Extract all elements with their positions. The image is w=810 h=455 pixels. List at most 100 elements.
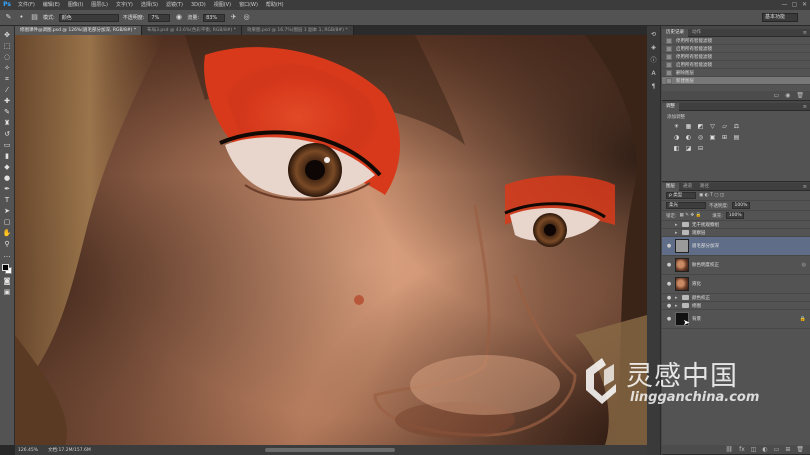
panel-menu-icon[interactable]: ≡	[803, 184, 810, 190]
mode-select[interactable]: 颜色	[58, 13, 119, 22]
visibility-icon[interactable]: ●	[666, 243, 672, 249]
color-swatches[interactable]	[1, 263, 13, 275]
tab-adjustments[interactable]: 调整	[662, 102, 679, 111]
blend-mode-select[interactable]: 柔光	[666, 202, 706, 209]
tab-paths[interactable]: 路径	[696, 183, 713, 191]
type-tool-icon[interactable]: T	[2, 195, 13, 205]
menu-layer[interactable]: 图层(L)	[87, 0, 112, 10]
menu-filter[interactable]: 滤镜(T)	[162, 0, 187, 10]
pen-tool-icon[interactable]: ✒	[2, 184, 13, 194]
lasso-tool-icon[interactable]: ◌	[2, 52, 13, 62]
history-item[interactable]: 删除图层	[662, 69, 810, 77]
history-item-current[interactable]: 新建图层	[662, 77, 810, 85]
brightness-icon[interactable]: ☀	[672, 123, 681, 131]
panel-menu-icon[interactable]: ≡	[803, 30, 810, 36]
filter-pixel-icon[interactable]: ▣ ◐ T ▢ ◫	[699, 193, 724, 198]
horizontal-scrollbar[interactable]	[265, 448, 395, 452]
layer-style-icon[interactable]: fx	[739, 446, 745, 453]
layer-group-row[interactable]: ▸ 观察层	[662, 229, 810, 237]
brush-tool-icon[interactable]: ✎	[2, 107, 13, 117]
visibility-icon[interactable]: ●	[666, 281, 672, 287]
more-tools-icon[interactable]: …	[2, 250, 13, 260]
paragraph-panel-icon[interactable]: ¶	[649, 82, 659, 92]
minimize-button[interactable]: —	[781, 1, 788, 8]
menu-edit[interactable]: 编辑(E)	[39, 0, 64, 10]
exposure-icon[interactable]: ▽	[708, 123, 717, 131]
expand-arrow-icon[interactable]: ▸	[675, 222, 679, 228]
screen-mode-icon[interactable]: ▣	[2, 287, 13, 297]
visibility-icon[interactable]: ●	[666, 303, 672, 309]
doc-tab-active[interactable]: 修图课件@调图.psd @ 126%(眉毛部分加深, RGB/8#) *	[15, 26, 143, 35]
curves-icon[interactable]: ◩	[696, 123, 705, 131]
menu-help[interactable]: 帮助(H)	[262, 0, 288, 10]
layer-group-row[interactable]: ● ▸ 修图	[662, 302, 810, 310]
expand-arrow-icon[interactable]: ▸	[675, 230, 679, 236]
trash-icon[interactable]: 🗑	[796, 446, 804, 453]
brush-panel-icon[interactable]: ▤	[30, 13, 39, 22]
gradient-tool-icon[interactable]: ▮	[2, 151, 13, 161]
maximize-button[interactable]: ▢	[791, 1, 798, 8]
black-white-icon[interactable]: ◑	[672, 134, 681, 142]
color-balance-icon[interactable]: ⚖	[732, 123, 741, 131]
history-item[interactable]: 停用所有智能滤镜	[662, 37, 810, 45]
history-item[interactable]: 启用所有智能滤镜	[662, 61, 810, 69]
zoom-tool-icon[interactable]: ⚲	[2, 239, 13, 249]
document-canvas[interactable]	[15, 35, 647, 445]
layer-row[interactable]: ● 肤色明度校正 ◎	[662, 256, 810, 275]
gradient-map-icon[interactable]: ◪	[684, 145, 693, 153]
menu-window[interactable]: 窗口(W)	[235, 0, 262, 10]
properties-panel-icon[interactable]: ◈	[649, 43, 659, 53]
menu-select[interactable]: 选择(S)	[137, 0, 162, 10]
quick-select-tool-icon[interactable]: ✧	[2, 63, 13, 73]
clone-stamp-tool-icon[interactable]: ♜	[2, 118, 13, 128]
photo-filter-icon[interactable]: ◐	[684, 134, 693, 142]
visibility-icon[interactable]: ●	[666, 295, 672, 301]
menu-file[interactable]: 文件(F)	[14, 0, 39, 10]
brush-tool-icon[interactable]: ✎	[4, 13, 13, 22]
history-brush-tool-icon[interactable]: ↺	[2, 129, 13, 139]
menu-view[interactable]: 视图(V)	[210, 0, 235, 10]
link-layers-icon[interactable]: ⛓	[725, 446, 733, 453]
visibility-icon[interactable]: ●	[666, 262, 672, 268]
foreground-color-swatch[interactable]	[2, 264, 9, 271]
character-panel-icon[interactable]: A	[649, 69, 659, 79]
lock-options-icon[interactable]: ▦ ✎ ✥ 🔒	[680, 213, 702, 218]
layer-fill-input[interactable]: 100%	[725, 212, 744, 219]
expand-arrow-icon[interactable]: ▸	[675, 303, 679, 309]
pressure-opacity-icon[interactable]: ◉	[174, 13, 183, 22]
layer-row-selected[interactable]: ● 眉毛部分加深	[662, 237, 810, 256]
tab-channels[interactable]: 通道	[679, 183, 696, 191]
doc-tab[interactable]: 布局3.psd @ 43.6%(色彩平衡, RGB/8#) *	[142, 26, 243, 35]
opacity-input[interactable]: 7%	[148, 13, 171, 22]
new-layer-icon[interactable]: ⊞	[785, 446, 790, 453]
selective-color-icon[interactable]: ⊟	[696, 145, 705, 153]
eraser-tool-icon[interactable]: ▭	[2, 140, 13, 150]
zoom-level[interactable]: 126.45%	[18, 448, 38, 453]
levels-icon[interactable]: ▦	[684, 123, 693, 131]
layer-filter-select[interactable]: ρ 类型	[666, 192, 696, 199]
blur-tool-icon[interactable]: ◆	[2, 162, 13, 172]
adjustment-layer-icon[interactable]: ◐	[762, 446, 767, 453]
new-document-from-state-icon[interactable]: ▭	[773, 92, 779, 99]
marquee-tool-icon[interactable]: ⬚	[2, 41, 13, 51]
tab-actions[interactable]: 动作	[688, 29, 705, 37]
history-item[interactable]: 停用所有智能滤镜	[662, 53, 810, 61]
doc-tab[interactable]: 效果图.psd @ 16.7%(图层 1 副本 1, RGB/8#) *	[242, 26, 354, 35]
workspace-select[interactable]: 基本功能	[762, 13, 798, 22]
flow-input[interactable]: 83%	[203, 13, 226, 22]
crop-tool-icon[interactable]: ⌗	[2, 74, 13, 84]
close-button[interactable]: ✕	[801, 1, 808, 8]
info-panel-icon[interactable]: ⓘ	[649, 56, 659, 66]
pressure-size-icon[interactable]: ◎	[242, 13, 251, 22]
shape-tool-icon[interactable]: ▢	[2, 217, 13, 227]
tab-layers[interactable]: 图层	[662, 182, 679, 191]
trash-icon[interactable]: 🗑	[796, 92, 804, 99]
history-panel-icon[interactable]: ⟲	[649, 30, 659, 40]
invert-icon[interactable]: ⊞	[720, 134, 729, 142]
layer-group-row[interactable]: ▸ 无干扰观察组	[662, 221, 810, 229]
menu-type[interactable]: 文字(Y)	[112, 0, 137, 10]
dodge-tool-icon[interactable]: ●	[2, 173, 13, 183]
color-lookup-icon[interactable]: ▣	[708, 134, 717, 142]
panel-menu-icon[interactable]: ≡	[803, 104, 810, 110]
layer-row[interactable]: ● 液化	[662, 275, 810, 294]
